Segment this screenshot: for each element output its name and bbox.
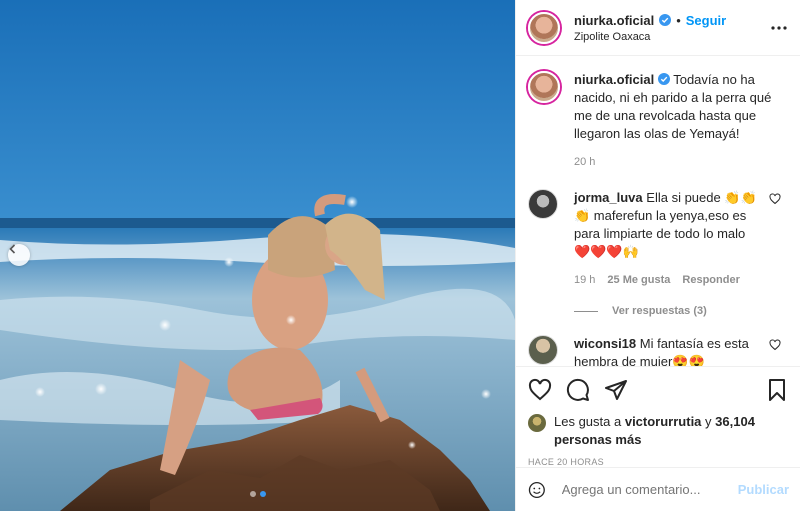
more-horizontal-icon[interactable] xyxy=(770,18,788,36)
chevron-left-icon xyxy=(9,244,16,254)
emoji-smiley-icon[interactable] xyxy=(528,479,546,501)
share-paper-plane-icon[interactable] xyxy=(604,378,628,402)
comment-item: wiconsi18 Mi fantasía es esta hembra de … xyxy=(528,335,789,367)
post-photo[interactable] xyxy=(0,0,515,511)
likes-summary: Les gusta a victorurrutia y 36,104 perso… xyxy=(528,413,789,449)
comment-input[interactable] xyxy=(561,482,738,497)
carousel-dot xyxy=(249,491,256,497)
post-side-panel: niurka.oficial • Seguir Zipolite Oaxaca … xyxy=(515,0,800,511)
comments-list[interactable]: niurka.oficial Todavía no ha nacido, ni … xyxy=(516,57,800,367)
comment-meta: 19 h 25 Me gusta Responder xyxy=(574,271,764,289)
add-comment-bar: Publicar xyxy=(516,467,800,511)
caption-username[interactable]: niurka.oficial xyxy=(574,72,654,87)
like-comment-heart-icon[interactable] xyxy=(769,339,781,351)
publish-comment-button[interactable]: Publicar xyxy=(738,482,789,497)
post-location[interactable]: Zipolite Oaxaca xyxy=(574,31,726,43)
reply-button[interactable]: Responder xyxy=(682,271,739,289)
header-separator: • xyxy=(676,12,681,28)
likes-joiner: y xyxy=(705,414,712,429)
liker-username[interactable]: victorurrutia xyxy=(625,414,702,429)
commenter-username[interactable]: wiconsi18 xyxy=(574,336,636,351)
replies-divider-line xyxy=(574,310,598,312)
carousel-dot-active xyxy=(259,491,266,497)
beach-photo xyxy=(0,0,515,511)
like-comment-heart-icon[interactable] xyxy=(769,193,781,205)
verified-badge-icon xyxy=(657,73,670,85)
like-heart-icon[interactable] xyxy=(528,378,552,402)
liker-avatar[interactable] xyxy=(528,414,546,432)
commenter-avatar[interactable] xyxy=(528,335,558,365)
view-replies-button[interactable]: Ver respuestas (3) xyxy=(574,305,789,317)
likes-prefix: Les gusta a xyxy=(554,414,622,429)
follow-button[interactable]: Seguir xyxy=(686,13,726,28)
comment-likes-count[interactable]: 25 Me gusta xyxy=(607,271,670,289)
commenter-username[interactable]: jorma_luva xyxy=(574,190,643,205)
carousel-indicator xyxy=(0,491,515,497)
comment-time[interactable]: 19 h xyxy=(574,271,595,289)
author-username[interactable]: niurka.oficial xyxy=(574,13,654,28)
action-bar xyxy=(528,377,789,403)
commenter-avatar[interactable] xyxy=(528,189,558,219)
post-actions-section: Les gusta a victorurrutia y 36,104 perso… xyxy=(516,366,800,467)
post-header: niurka.oficial • Seguir Zipolite Oaxaca xyxy=(516,0,800,56)
comment-item: jorma_luva Ella si puede 👏👏👏 maferefun l… xyxy=(528,189,789,289)
author-avatar[interactable] xyxy=(528,11,560,44)
comment-bubble-icon[interactable] xyxy=(566,378,590,402)
post-caption: niurka.oficial Todavía no ha nacido, ni … xyxy=(528,71,789,171)
caption-time[interactable]: 20 h xyxy=(574,153,774,171)
view-replies-label: Ver respuestas (3) xyxy=(612,305,707,317)
save-bookmark-icon[interactable] xyxy=(765,378,789,402)
more-dots-icon xyxy=(771,26,787,30)
post-timestamp[interactable]: HACE 20 HORAS xyxy=(528,457,789,467)
verified-badge-icon xyxy=(659,14,672,26)
caption-avatar[interactable] xyxy=(528,71,560,103)
previous-photo-button[interactable] xyxy=(8,244,30,266)
